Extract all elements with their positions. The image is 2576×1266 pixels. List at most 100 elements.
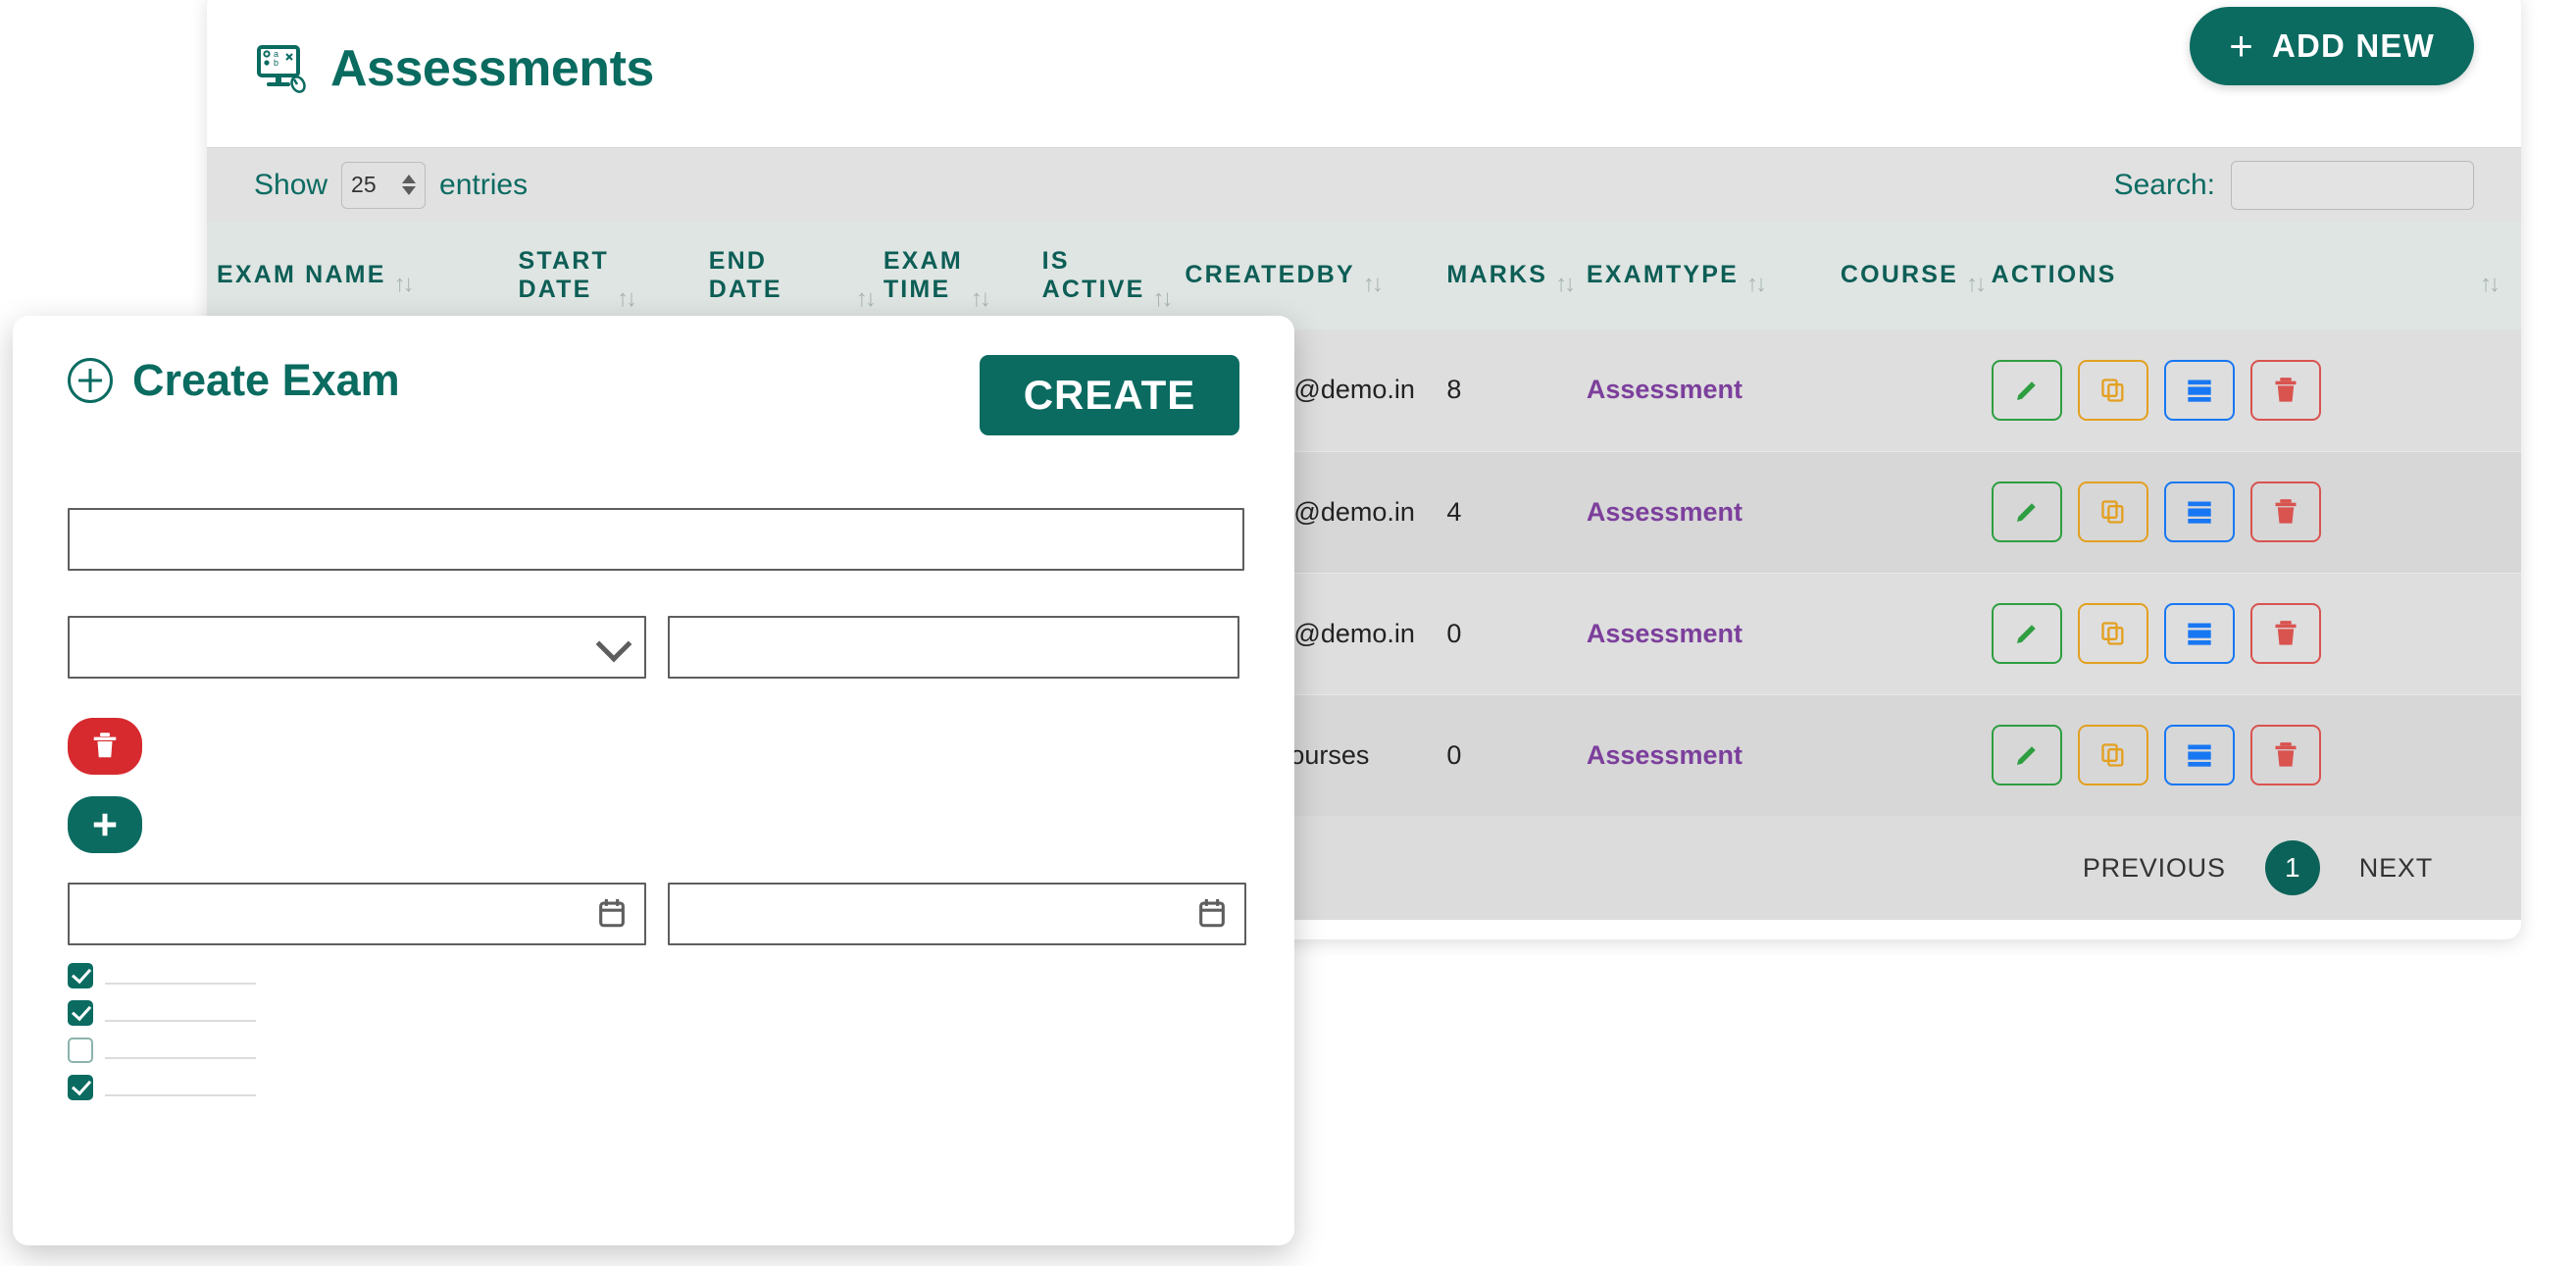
page-length-select[interactable]: 25: [341, 162, 426, 209]
delete-button[interactable]: [2250, 603, 2321, 664]
delete-button[interactable]: [2250, 481, 2321, 542]
create-button[interactable]: CREATE: [980, 355, 1239, 435]
cell-examtype: Assessment: [1577, 329, 1831, 451]
cell-course: [1831, 573, 1982, 694]
start-date-wrap: [68, 883, 646, 945]
sort-icon: ↑↓: [617, 287, 634, 311]
detail-button[interactable]: [2164, 725, 2235, 785]
svg-text:b: b: [274, 58, 278, 68]
exam-type-select-wrap: [68, 616, 646, 679]
exam-type-select[interactable]: [68, 616, 646, 679]
sort-icon: ↑↓: [1746, 273, 1764, 296]
cell-examtype: Assessment: [1577, 451, 1831, 573]
sort-icon: ↑↓: [1363, 273, 1381, 296]
entries-label: entries: [439, 169, 528, 202]
col-end-date[interactable]: END DATE↑↓: [699, 222, 874, 329]
col-course[interactable]: COURSE↑↓: [1831, 222, 1982, 329]
page-title: Assessments: [330, 39, 654, 98]
exam-name-input[interactable]: [68, 508, 1244, 571]
plus-icon: +: [2229, 25, 2254, 67]
start-date-input[interactable]: [68, 883, 646, 945]
detail-button[interactable]: [2164, 360, 2235, 421]
col-createdby[interactable]: CREATEDBY↑↓: [1175, 222, 1437, 329]
add-row-button[interactable]: [68, 796, 142, 853]
checkbox-4[interactable]: [68, 1075, 93, 1100]
add-new-label: ADD NEW: [2272, 27, 2435, 65]
modal-title: Create Exam: [132, 355, 400, 406]
copy-button[interactable]: [2078, 360, 2148, 421]
cell-marks: 0: [1437, 573, 1576, 694]
page-1-button[interactable]: 1: [2265, 840, 2320, 895]
row-actions: [1992, 481, 2521, 542]
online-exam-monitor-icon: a b: [254, 41, 309, 96]
col-marks[interactable]: MARKS↑↓: [1437, 222, 1576, 329]
sort-icon: ↑↓: [1153, 287, 1171, 311]
checkbox-3[interactable]: [68, 1038, 93, 1063]
delete-button[interactable]: [2250, 360, 2321, 421]
end-date-input[interactable]: [668, 883, 1246, 945]
col-actions[interactable]: ACTIONS↑↓: [1982, 222, 2521, 329]
sort-icon: ↑↓: [1555, 273, 1573, 296]
delete-button[interactable]: [2250, 725, 2321, 785]
cell-actions: [1982, 694, 2521, 816]
cell-actions: [1982, 573, 2521, 694]
col-exam-time[interactable]: EXAMTIME↑↓: [874, 222, 1033, 329]
checkbox-row: [68, 1032, 1239, 1069]
circle-plus-icon: [68, 358, 113, 403]
edit-button[interactable]: [1992, 481, 2062, 542]
select-and-text-row: [68, 616, 1239, 679]
search-label: Search:: [2114, 169, 2215, 202]
cell-course: [1831, 694, 1982, 816]
edit-button[interactable]: [1992, 603, 2062, 664]
sort-icon: ↑↓: [856, 287, 874, 311]
row-actions: [1992, 603, 2521, 664]
secondary-text-input[interactable]: [668, 616, 1239, 679]
copy-button[interactable]: [2078, 481, 2148, 542]
cell-course: [1831, 329, 1982, 451]
cell-examtype: Assessment: [1577, 573, 1831, 694]
checkbox-1[interactable]: [68, 963, 93, 988]
cell-course: [1831, 451, 1982, 573]
sort-icon: ↑↓: [2480, 273, 2521, 296]
table-toolbar: Show 25 entries Search:: [207, 147, 2521, 222]
checkbox-label-1: [105, 983, 256, 985]
detail-button[interactable]: [2164, 481, 2235, 542]
modal-title-group: Create Exam: [68, 355, 400, 406]
plus-icon: [90, 810, 120, 839]
page-title-group: a b Assessments: [254, 39, 654, 98]
detail-button[interactable]: [2164, 603, 2235, 664]
cell-marks: 8: [1437, 329, 1576, 451]
sort-icon: ↑↓: [394, 273, 412, 296]
checkbox-label-2: [105, 1020, 256, 1022]
show-label: Show: [254, 169, 328, 202]
checkbox-2[interactable]: [68, 1000, 93, 1026]
add-new-button[interactable]: + ADD NEW: [2190, 7, 2474, 85]
header-row: EXAM NAME↑↓ STARTDATE↑↓ END DATE↑↓ EXAMT…: [207, 222, 2521, 329]
search-input[interactable]: [2231, 161, 2474, 210]
copy-button[interactable]: [2078, 603, 2148, 664]
edit-button[interactable]: [1992, 360, 2062, 421]
col-is-active[interactable]: ISACTIVE↑↓: [1033, 222, 1176, 329]
cell-marks: 0: [1437, 694, 1576, 816]
checkbox-row: [68, 957, 1239, 994]
checkbox-label-4: [105, 1094, 256, 1096]
edit-button[interactable]: [1992, 725, 2062, 785]
row-actions: [1992, 725, 2521, 785]
remove-row-button[interactable]: [68, 718, 142, 775]
cell-actions: [1982, 329, 2521, 451]
end-date-wrap: [668, 883, 1246, 945]
cell-actions: [1982, 451, 2521, 573]
cell-examtype: Assessment: [1577, 694, 1831, 816]
checkbox-label-3: [105, 1057, 256, 1059]
col-exam-name[interactable]: EXAM NAME↑↓: [207, 222, 509, 329]
copy-button[interactable]: [2078, 725, 2148, 785]
next-button[interactable]: NEXT: [2359, 853, 2433, 884]
card-header: a b Assessments + ADD NEW: [207, 0, 2521, 147]
checkbox-row: [68, 994, 1239, 1032]
date-row: [68, 883, 1239, 945]
trash-icon: [91, 732, 119, 761]
col-examtype[interactable]: EXAMTYPE↑↓: [1577, 222, 1831, 329]
previous-button[interactable]: PREVIOUS: [2083, 853, 2226, 884]
cell-marks: 4: [1437, 451, 1576, 573]
col-start-date[interactable]: STARTDATE↑↓: [509, 222, 699, 329]
